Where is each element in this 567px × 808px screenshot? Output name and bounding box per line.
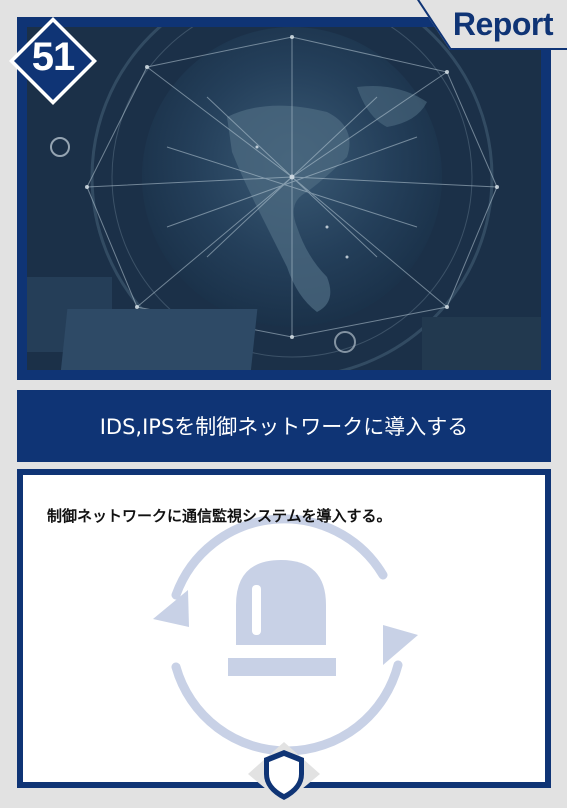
card-number: 51	[31, 35, 76, 79]
network-globe-image	[27, 27, 541, 370]
illustration-frame	[17, 17, 551, 380]
card-number-badge: 51	[9, 17, 97, 105]
card-description: 制御ネットワークに通信監視システムを導入する。	[47, 507, 392, 525]
description-panel: 制御ネットワークに通信監視システムを導入する。	[17, 469, 551, 788]
card-title: IDS,IPSを制御ネットワークに導入する	[99, 415, 469, 439]
globe-network-illustration	[27, 27, 541, 370]
description-body: 制御ネットワークに通信監視システムを導入する。	[23, 475, 545, 782]
title-bar: IDS,IPSを制御ネットワークに導入する	[17, 390, 551, 462]
card: Report 51 IDS,IPSを制御ネットワークに導入する 制御ネットワーク…	[0, 0, 567, 804]
category-label: Report	[452, 6, 554, 42]
shield-icon	[248, 742, 320, 804]
